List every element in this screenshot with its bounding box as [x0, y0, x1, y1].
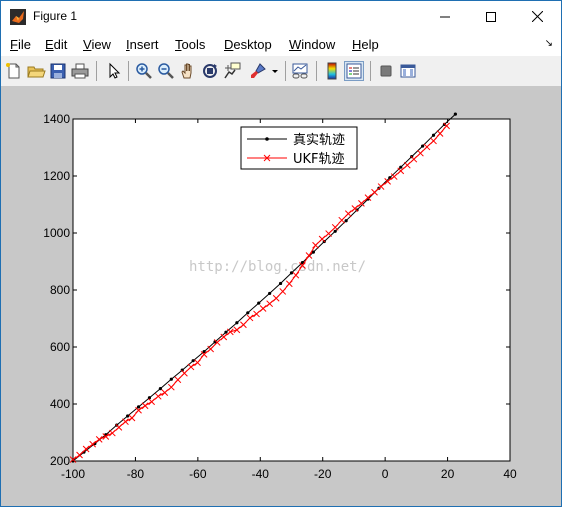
matlab-app-icon — [10, 9, 26, 25]
brush-icon[interactable] — [248, 61, 268, 81]
x-tick-label: -60 — [189, 467, 207, 481]
data-point-true — [246, 311, 250, 315]
y-tick-label: 600 — [50, 340, 70, 354]
figure-toolbar — [1, 56, 561, 87]
y-tick-label: 1000 — [43, 226, 70, 240]
data-point-true — [224, 330, 228, 334]
figure-window: Figure 1 File Edit View Insert Tools Des… — [0, 0, 562, 507]
pointer-icon[interactable] — [104, 61, 124, 81]
colorbar-icon[interactable] — [322, 61, 342, 81]
open-file-icon[interactable] — [26, 61, 46, 81]
x-tick-label: 20 — [441, 467, 455, 481]
new-figure-icon[interactable] — [4, 61, 24, 81]
menu-bar: File Edit View Insert Tools Desktop Wind… — [1, 32, 561, 56]
save-icon[interactable] — [48, 61, 68, 81]
menu-edit[interactable]: Edit — [45, 37, 67, 52]
link-plot-icon[interactable] — [290, 61, 310, 81]
legend-label-ukf: UKF轨迹 — [293, 152, 345, 167]
data-point-true — [421, 144, 425, 148]
x-tick-label: 0 — [382, 467, 389, 481]
show-plot-tools-icon[interactable] — [398, 61, 418, 81]
minimize-button[interactable] — [422, 1, 468, 32]
legend[interactable]: 真实轨迹 UKF轨迹 — [240, 126, 358, 170]
menu-help[interactable]: Help — [352, 37, 379, 52]
plot-area[interactable]: http://blog.csdn.net/ -100 -80 -60 -40 -20 0 2… — [1, 87, 561, 506]
data-point-true — [191, 359, 195, 363]
data-cursor-icon[interactable] — [222, 61, 242, 81]
data-point-true — [431, 133, 436, 137]
y-tick-label: 800 — [50, 283, 70, 297]
y-tick-label: 200 — [50, 454, 70, 468]
brush-dropdown-icon[interactable] — [269, 61, 281, 81]
menu-window[interactable]: Window — [289, 37, 335, 52]
data-point-true — [235, 321, 239, 325]
data-point-true — [257, 301, 261, 305]
menu-insert[interactable]: Insert — [126, 37, 159, 52]
close-button[interactable] — [514, 1, 560, 32]
data-point-true — [268, 291, 272, 296]
y-tick-label: 400 — [50, 397, 70, 411]
dock-arrow-icon[interactable]: ↘ — [545, 38, 553, 49]
y-tick-label: 1400 — [43, 112, 70, 126]
menu-file[interactable]: File — [10, 37, 31, 52]
toolbar-separator — [96, 61, 97, 81]
rotate-3d-icon[interactable] — [200, 61, 220, 81]
data-point-true — [136, 405, 141, 409]
toolbar-separator — [370, 61, 371, 81]
toolbar-separator — [128, 61, 129, 81]
toolbar-separator — [316, 61, 317, 81]
data-point-true — [278, 281, 283, 286]
x-tick-label: -20 — [314, 467, 332, 481]
print-icon[interactable] — [70, 61, 90, 81]
data-point-true — [344, 219, 348, 223]
zoom-out-icon[interactable] — [156, 61, 176, 81]
y-tick-label: 1200 — [43, 169, 70, 183]
toolbar-separator — [285, 61, 286, 81]
figure-canvas: http://blog.csdn.net/ -100 -80 -60 -40 -20 0 2… — [1, 87, 561, 506]
x-tick-label: -100 — [61, 467, 85, 481]
x-tick-label: 40 — [503, 467, 517, 481]
zoom-in-icon[interactable] — [134, 61, 154, 81]
maximize-button[interactable] — [468, 1, 514, 32]
pan-hand-icon[interactable] — [178, 61, 198, 81]
data-point-true — [169, 377, 173, 381]
legend-marker-true — [265, 137, 269, 141]
window-title: Figure 1 — [33, 9, 78, 23]
x-tick-label: -40 — [252, 467, 270, 481]
title-bar[interactable]: Figure 1 — [1, 1, 561, 32]
data-point-true — [158, 387, 162, 391]
legend-label-true: 真实轨迹 — [293, 133, 345, 148]
data-point-true — [333, 229, 337, 233]
x-tick-label: -80 — [127, 467, 145, 481]
hide-plot-tools-icon[interactable] — [376, 61, 396, 81]
data-point-true — [289, 271, 294, 275]
menu-tools[interactable]: Tools — [175, 37, 205, 52]
menu-desktop[interactable]: Desktop — [224, 37, 272, 52]
legend-icon[interactable] — [344, 61, 364, 81]
menu-view[interactable]: View — [83, 37, 111, 52]
data-point-true — [399, 165, 403, 169]
data-point-true — [126, 414, 130, 418]
data-point-true — [453, 112, 457, 116]
watermark-text: http://blog.csdn.net/ — [189, 259, 366, 275]
